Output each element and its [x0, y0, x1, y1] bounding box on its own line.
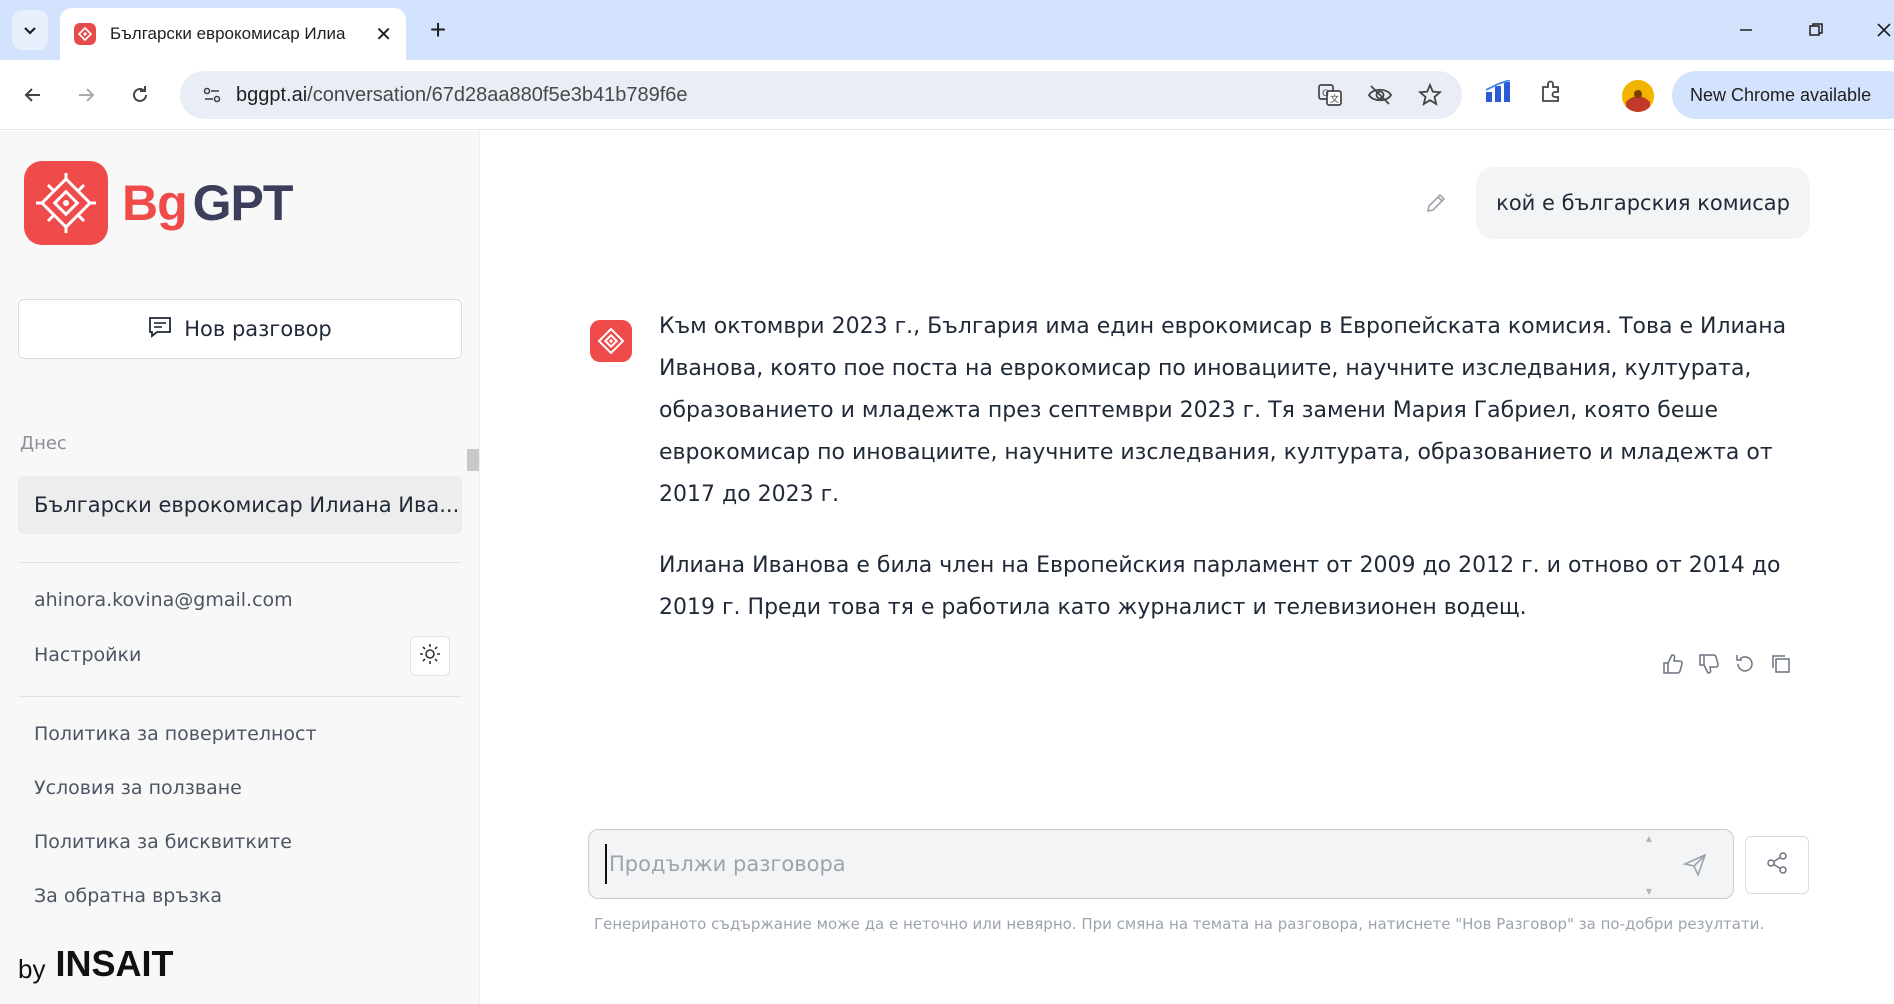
conversation-item[interactable]: Български еврокомисар Илиана Ива... — [18, 476, 462, 534]
cookie-policy-link[interactable]: Политика за бисквитките — [34, 831, 292, 853]
thumbs-up-icon[interactable] — [1660, 651, 1686, 677]
url-path: /conversation/67d28aa880f5e3b41b789f6e — [307, 83, 688, 106]
back-icon[interactable] — [17, 79, 49, 111]
plus-icon[interactable]: + — [422, 14, 454, 46]
share-icon — [1765, 851, 1789, 879]
copy-icon[interactable] — [1768, 651, 1794, 677]
assistant-message: Към октомври 2023 г., България има един … — [659, 306, 1809, 629]
edit-icon[interactable] — [1422, 189, 1450, 217]
bggpt-logo-text: Bg GPT — [122, 174, 294, 232]
address-bar[interactable]: bggpt.ai/conversation/67d28aa880f5e3b41b… — [180, 71, 1462, 119]
composer-scrollbar[interactable]: ▲ ▼ — [1645, 834, 1653, 896]
divider — [18, 696, 462, 697]
divider — [18, 562, 462, 563]
tab-title: Български еврокомисар Илиа — [110, 24, 346, 43]
assistant-paragraph: Към октомври 2023 г., България има един … — [659, 314, 1787, 507]
insait-footer-logo[interactable]: by INSAIT — [18, 943, 173, 985]
star-icon[interactable] — [1416, 81, 1444, 109]
footer-brand: INSAIT — [55, 943, 174, 984]
extension-analytics-icon[interactable] — [1484, 79, 1512, 108]
url-text: bggpt.ai/conversation/67d28aa880f5e3b41b… — [236, 84, 688, 107]
footer-by: by — [18, 954, 46, 984]
sun-icon — [419, 643, 441, 669]
disclaimer-text: Генерираното съдържание може да е неточн… — [594, 915, 1765, 933]
site-info-icon[interactable] — [192, 85, 232, 105]
logo-gpt: GPT — [192, 175, 294, 231]
reload-icon[interactable] — [124, 79, 156, 111]
profile-avatar[interactable] — [1622, 80, 1654, 112]
assistant-avatar-icon — [590, 320, 632, 362]
forward-icon[interactable] — [70, 79, 102, 111]
bggpt-favicon-icon — [74, 23, 96, 45]
chat-icon — [148, 316, 172, 343]
assistant-paragraph: Илиана Иванова е била член на Европейски… — [659, 553, 1781, 620]
feedback-link[interactable]: За обратна връзка — [34, 885, 222, 907]
close-window-icon[interactable] — [1864, 14, 1894, 46]
svg-text:文: 文 — [1330, 93, 1339, 105]
eye-off-icon[interactable] — [1366, 81, 1394, 109]
minimize-icon[interactable] — [1726, 14, 1766, 46]
conversation-title: Български еврокомисар Илиана Ива... — [34, 493, 460, 517]
scrollbar-thumb[interactable] — [467, 449, 479, 471]
settings-link[interactable]: Настройки — [34, 644, 141, 666]
user-message-bubble: кой е българския комисар — [1476, 167, 1810, 239]
sidebar: Bg GPT Нов разговор Днес Български евроко… — [0, 131, 480, 1004]
browser-toolbar: bggpt.ai/conversation/67d28aa880f5e3b41b… — [0, 60, 1894, 130]
conversation-scrollbar[interactable] — [466, 439, 479, 535]
chrome-update-button[interactable]: New Chrome available — [1672, 71, 1894, 119]
message-actions — [1660, 651, 1794, 677]
thumbs-down-icon[interactable] — [1696, 651, 1722, 677]
share-button[interactable] — [1745, 836, 1809, 894]
section-label-today: Днес — [20, 433, 67, 454]
regenerate-icon[interactable] — [1732, 651, 1758, 677]
new-conversation-button[interactable]: Нов разговор — [18, 299, 462, 359]
url-host: bggpt.ai — [236, 83, 308, 106]
extensions-icon[interactable] — [1538, 79, 1564, 109]
browser-tabstrip: Български еврокомисар Илиа ✕ + — [0, 0, 1894, 60]
tab-search-icon[interactable] — [12, 10, 48, 50]
update-label: New Chrome available — [1690, 84, 1872, 105]
privacy-policy-link[interactable]: Политика за поверителност — [34, 723, 317, 745]
restore-icon[interactable] — [1796, 14, 1836, 46]
account-email[interactable]: ahinora.kovina@gmail.com — [34, 589, 293, 611]
theme-toggle-button[interactable] — [410, 636, 450, 676]
translate-icon[interactable]: G文 — [1316, 81, 1344, 109]
browser-tab[interactable]: Български еврокомисар Илиа ✕ — [60, 8, 406, 60]
user-message-row: кой е българския комисар — [1422, 167, 1810, 239]
send-icon[interactable] — [1681, 851, 1709, 879]
bggpt-logo-mark-icon — [24, 161, 108, 245]
close-icon[interactable]: ✕ — [375, 22, 392, 46]
svg-text:G: G — [1322, 89, 1329, 99]
message-composer: ▲▼ — [588, 829, 1734, 899]
message-input[interactable] — [605, 844, 1645, 884]
logo-bg: Bg — [122, 175, 188, 231]
new-conversation-label: Нов разговор — [184, 317, 332, 341]
terms-of-use-link[interactable]: Условия за ползване — [34, 777, 242, 799]
bggpt-logo[interactable]: Bg GPT — [24, 161, 294, 245]
